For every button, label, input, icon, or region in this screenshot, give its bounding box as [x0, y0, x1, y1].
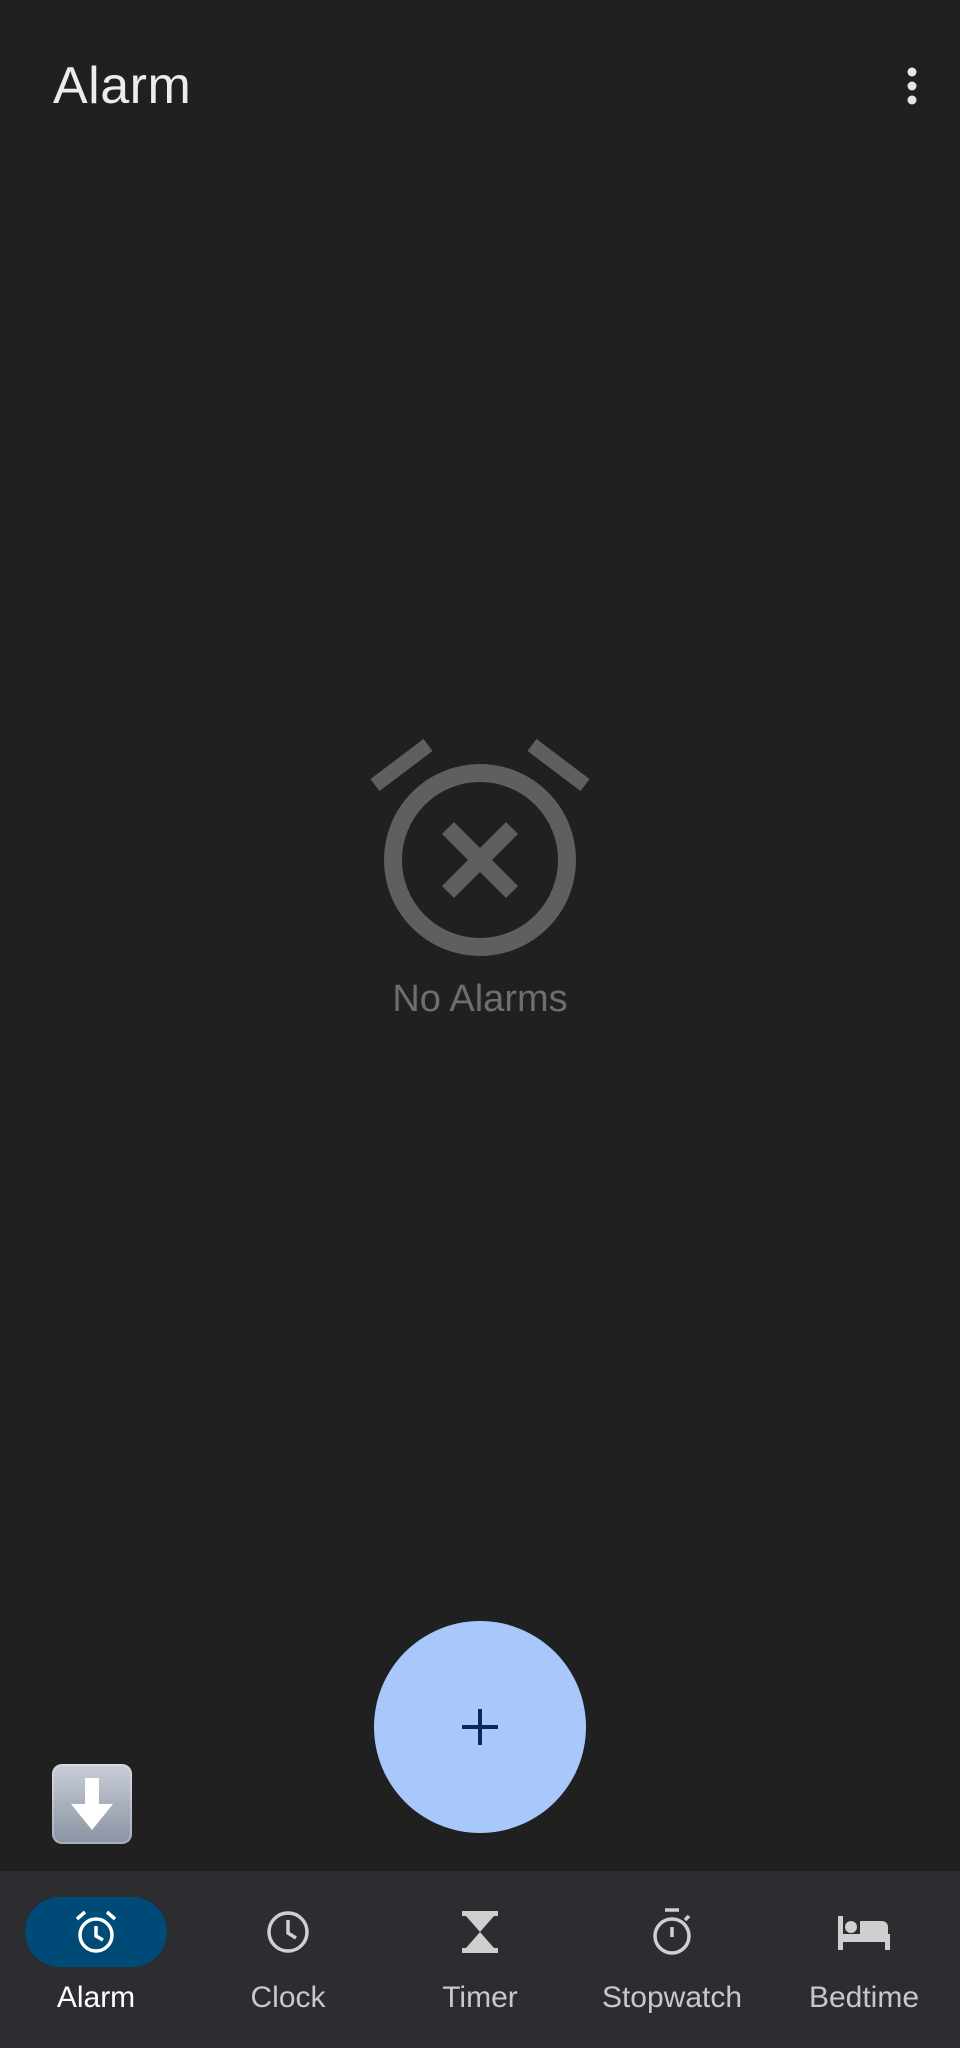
alarm-off-icon	[370, 739, 590, 956]
more-vert-icon	[907, 67, 917, 105]
nav-item-alarm[interactable]: Alarm	[0, 1871, 192, 2048]
alarm-icon	[75, 1910, 117, 1953]
nav-label-stopwatch: Stopwatch	[601, 1981, 743, 2014]
empty-state-label: No Alarms	[392, 978, 568, 1020]
hourglass-icon	[462, 1911, 498, 1953]
clock-icon	[267, 1911, 309, 1953]
app-bar: Alarm	[0, 0, 960, 180]
nav-label-bedtime: Bedtime	[808, 1981, 920, 2014]
plus-icon	[462, 1709, 498, 1745]
nav-label-clock: Clock	[250, 1981, 326, 2014]
down-arrow-icon	[71, 1778, 113, 1830]
download-badge[interactable]	[52, 1764, 132, 1844]
nav-active-indicator	[25, 1897, 167, 1967]
bottom-navigation: Alarm Clock Timer Stopwatch Bedtime	[0, 1871, 960, 2048]
nav-label-alarm: Alarm	[56, 1981, 136, 2014]
nav-item-timer[interactable]: Timer	[384, 1871, 576, 2048]
nav-item-bedtime[interactable]: Bedtime	[768, 1871, 960, 2048]
stopwatch-icon	[653, 1908, 691, 1955]
page-title: Alarm	[53, 57, 192, 115]
add-alarm-button[interactable]	[374, 1621, 586, 1833]
more-options-button[interactable]	[882, 56, 942, 116]
bed-icon	[838, 1916, 890, 1950]
nav-item-stopwatch[interactable]: Stopwatch	[576, 1871, 768, 2048]
empty-state: No Alarms	[0, 730, 960, 1021]
nav-item-clock[interactable]: Clock	[192, 1871, 384, 2048]
nav-label-timer: Timer	[442, 1981, 518, 2014]
